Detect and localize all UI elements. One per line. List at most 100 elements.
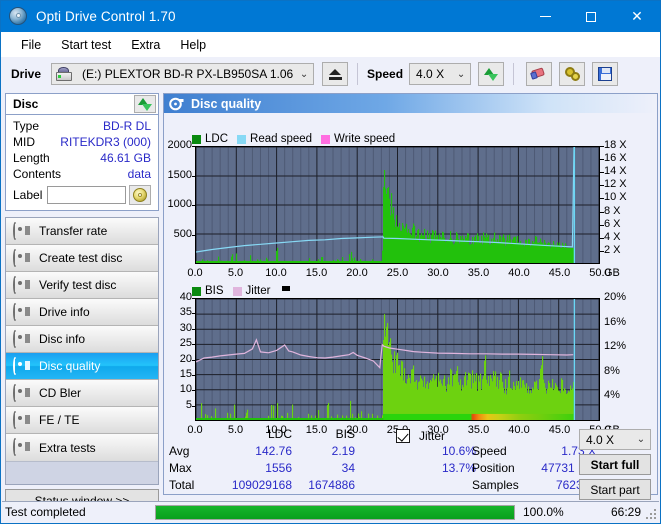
minimize-icon[interactable] — [522, 1, 568, 32]
stats-col-ldc: LDC — [267, 427, 292, 441]
stats-max-ldc: 1556 — [265, 461, 292, 475]
chart2-y-tick: 20 — [179, 352, 192, 365]
disc-quality-icon — [13, 356, 30, 375]
settings-button[interactable] — [559, 62, 586, 86]
menu-item-file[interactable]: File — [11, 36, 51, 54]
chart2-y-tickmark — [192, 405, 196, 407]
chart2-y-tick: 15 — [179, 368, 192, 380]
chart1-y2-tickmark — [600, 172, 604, 174]
chart1-y2-tick: 14 X — [604, 165, 627, 178]
chart1-y2-tick: 6 X — [604, 217, 621, 230]
sidebar-item-extra-tests[interactable]: Extra tests — [6, 434, 158, 461]
legend-swatch-bis — [192, 286, 201, 296]
sidebar-item-verify-test-disc[interactable]: Verify test disc — [6, 272, 158, 299]
menu-item-start-test[interactable]: Start test — [51, 36, 121, 54]
nav-list-filler — [6, 461, 158, 484]
title-bar: Opti Drive Control 1.70 ✕ — [1, 1, 660, 32]
disc-quality-header: Disc quality — [164, 94, 657, 113]
test-speed-select[interactable]: 4.0 X ⌄ — [579, 429, 651, 450]
start-full-button[interactable]: Start full — [579, 454, 651, 475]
start-part-button[interactable]: Start part — [579, 479, 651, 500]
sidebar-item-transfer-rate[interactable]: Transfer rate — [6, 218, 158, 245]
disc-quality-icon — [169, 97, 184, 111]
sidebar-item-create-test-disc[interactable]: Create test disc — [6, 245, 158, 272]
disc-refresh-button[interactable] — [134, 95, 156, 113]
chart2-y-tick: 10 — [179, 383, 192, 396]
disc-panel-title: Disc — [13, 97, 39, 111]
chart2-y-tick: 35 — [179, 306, 192, 319]
fe-te-icon — [13, 410, 30, 429]
stats-total-ldc: 109029168 — [231, 478, 292, 492]
chart1-y-tickmark — [192, 234, 196, 236]
start-part-label: Start part — [590, 482, 640, 497]
disc-row-type: Type BD-R DL — [13, 118, 151, 134]
start-full-label: Start full — [590, 457, 640, 472]
maximize-icon[interactable] — [568, 1, 614, 32]
toolbar-divider-1 — [357, 63, 359, 85]
chart1-y2-tick: 16 X — [604, 152, 627, 165]
samples-stat-label: Samples — [472, 478, 519, 492]
sidebar-item-cd-bler[interactable]: CD Bler — [6, 380, 158, 407]
disc-row-mid: MID RITEKDR3 (000) — [13, 134, 151, 150]
chart1-y2-tickmark — [600, 250, 604, 252]
sidebar-item-disc-quality[interactable]: Disc quality — [6, 353, 158, 380]
erase-button[interactable] — [526, 62, 553, 86]
sidebar-item-fe-te[interactable]: FE / TE — [6, 407, 158, 434]
disc-label-key: Label — [13, 188, 43, 202]
chevron-down-icon: ⌄ — [636, 434, 646, 445]
chart1-y2-tickmark — [600, 198, 604, 200]
chart2-y-tickmark — [192, 328, 196, 330]
speed-select[interactable]: 4.0 X ⌄ — [409, 63, 472, 85]
speed-label: Speed — [367, 67, 404, 81]
chart1-y2-tick: 8 X — [604, 204, 621, 217]
jitter-checkbox[interactable] — [396, 429, 410, 443]
sidebar-item-label: Drive info — [39, 305, 90, 319]
sidebar-item-label: Verify test disc — [39, 278, 117, 292]
refresh-button[interactable] — [478, 62, 505, 86]
position-stat-label: Position — [472, 461, 515, 475]
disc-label-row: Label — [13, 185, 151, 205]
disc-info-icon — [13, 329, 30, 348]
chart1-x-tick: 15.0 — [305, 267, 328, 279]
chart2-legend: BIS Jitter — [192, 285, 291, 297]
chart1-x-tick: 20.0 — [346, 267, 368, 279]
sidebar-item-disc-info[interactable]: Disc info — [6, 326, 158, 353]
close-icon[interactable]: ✕ — [614, 1, 660, 32]
menu-item-help[interactable]: Help — [170, 36, 216, 54]
sidebar-item-label: Disc info — [39, 332, 86, 346]
chart2-y-tickmark — [192, 298, 196, 299]
eject-button[interactable] — [322, 62, 349, 86]
chart2-y2-tick: 16% — [604, 315, 627, 328]
status-bar: Test completed 100.0% 66:29 — [2, 501, 659, 522]
legend-label-bis: BIS — [205, 285, 224, 297]
disc-quality-panel: Disc quality LDC Read speed Write speed … — [163, 93, 658, 500]
drive-select[interactable]: (E:) PLEXTOR BD-R PX-LB950SA 1.06 ⌄ — [51, 63, 315, 85]
chart2-y-tick: 30 — [179, 321, 192, 334]
menu-item-extra[interactable]: Extra — [121, 36, 170, 54]
chart2-y-tickmark — [192, 344, 196, 346]
disc-label-input[interactable] — [47, 186, 126, 204]
disc-row-length-key: Length — [13, 151, 50, 165]
sidebar-item-drive-info[interactable]: Drive info — [6, 299, 158, 326]
progress-bar — [155, 504, 515, 520]
stats-row-avg-label: Avg — [169, 444, 190, 458]
save-button[interactable] — [592, 62, 619, 86]
disc-label-button[interactable] — [129, 185, 151, 205]
chart2-y-tickmark — [192, 359, 196, 361]
disc-row-contents-value: data — [127, 167, 151, 181]
chart1-x-tick: 30.0 — [427, 267, 449, 279]
chart1-y2-tick: 2 X — [604, 243, 621, 256]
stats-total-bis: 1674886 — [308, 478, 355, 492]
speed-stat-label: Speed — [472, 444, 507, 458]
legend-label-ldc: LDC — [205, 133, 229, 145]
chart1-y2-tick: 10 X — [604, 191, 627, 204]
eraser-icon — [529, 67, 547, 80]
chart1-y-tickmark — [192, 205, 196, 206]
resize-grip[interactable] — [646, 509, 656, 519]
refresh-icon — [137, 97, 153, 111]
app-disc-icon — [9, 6, 29, 27]
chart1-x-tick: 45.0 — [548, 267, 571, 279]
refresh-icon — [483, 67, 499, 81]
disc-row-mid-value: RITEKDR3 (000) — [60, 135, 151, 149]
progress-bar-fill — [156, 505, 514, 519]
